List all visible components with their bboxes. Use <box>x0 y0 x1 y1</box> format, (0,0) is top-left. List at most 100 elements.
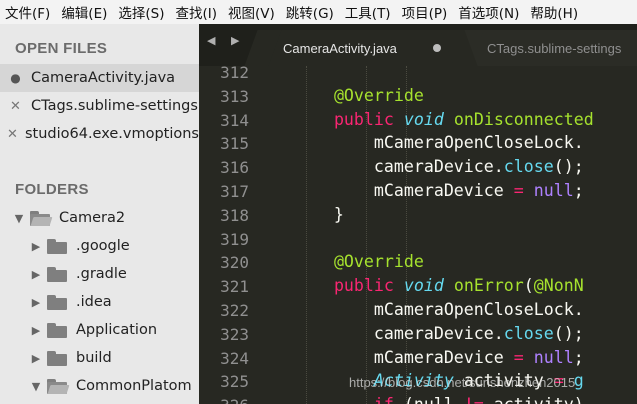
folder-item[interactable]: ▼ Camera2 <box>0 204 199 232</box>
code-token: public <box>333 276 394 296</box>
code-line[interactable]: @Override <box>254 252 424 271</box>
tab-bar: ◀ ▶ CTags.sublime-settings CameraActivit… <box>199 24 637 66</box>
code-token: onError <box>453 276 524 296</box>
folder-icon <box>47 322 69 338</box>
code-token: activity) <box>484 395 584 404</box>
code-token: @NonN <box>533 276 584 296</box>
menu-item[interactable]: 项目(P) <box>397 2 454 22</box>
open-file-name: CTags.sublime-settings <box>31 98 198 114</box>
unsaved-dot-icon[interactable]: ● <box>0 71 31 85</box>
code-token: != <box>464 395 484 404</box>
code-token: (); <box>553 323 584 343</box>
menu-item[interactable]: 工具(T) <box>340 2 397 22</box>
code-token: close <box>503 157 554 177</box>
code-line[interactable]: mCameraOpenCloseLock. <box>254 300 584 319</box>
code-line[interactable]: mCameraOpenCloseLock. <box>254 133 584 152</box>
folder-name: Application <box>76 322 158 338</box>
code-token: mCameraOpenCloseLock. <box>254 300 584 319</box>
code-line[interactable]: if (null != activity) <box>254 395 584 404</box>
open-files-title: OPEN FILES <box>15 40 108 57</box>
line-number: 315 <box>220 134 249 154</box>
folder-item[interactable]: ▶ .gradle <box>0 260 199 288</box>
code-line[interactable]: cameraDevice.close(); <box>254 157 584 176</box>
folder-name: .idea <box>76 294 112 310</box>
code-token: ; <box>573 181 584 200</box>
code-token: if <box>374 395 394 404</box>
code-editor[interactable]: 312 313 314 315 316 317 318 319 320 321 322 323 324 3… <box>199 66 637 404</box>
code-token: ( <box>523 276 534 296</box>
menu-item[interactable]: 文件(F) <box>0 2 56 22</box>
close-icon[interactable]: ✕ <box>0 127 25 142</box>
code-line[interactable]: } <box>254 205 344 224</box>
line-number: 316 <box>220 158 249 178</box>
open-file-name: studio64.exe.vmoptions <box>24 126 199 142</box>
menu-item[interactable]: 跳转(G) <box>281 2 340 22</box>
folder-item[interactable]: ▶ .idea <box>0 288 199 316</box>
open-file-name: CameraActivity.java <box>31 70 176 86</box>
code-token: null <box>533 347 574 367</box>
line-number: 314 <box>220 110 249 130</box>
tab-ctags-settings[interactable]: CTags.sublime-settings <box>467 30 637 66</box>
folder-item[interactable]: ▶ build <box>0 344 199 372</box>
folder-icon <box>47 266 69 282</box>
line-number: 323 <box>220 324 249 344</box>
code-line[interactable]: cameraDevice.close(); <box>254 324 584 343</box>
code-line[interactable]: @Override <box>254 86 424 105</box>
chevron-right-icon[interactable]: ▶ <box>31 352 41 365</box>
chevron-down-icon[interactable]: ▼ <box>31 380 41 393</box>
folder-name: .google <box>76 238 130 254</box>
folder-open-icon <box>47 378 70 394</box>
open-file-item[interactable]: ● CameraActivity.java <box>0 64 199 92</box>
code-line[interactable]: public void onDisconnected <box>254 110 594 129</box>
folder-item[interactable]: ▶ .google <box>0 232 199 260</box>
folder-icon <box>47 238 69 254</box>
tab-label: CTags.sublime-settings <box>487 40 622 56</box>
folder-open-icon <box>30 210 53 226</box>
chevron-down-icon[interactable]: ▼ <box>14 212 24 225</box>
menu-item[interactable]: 查找(I) <box>171 2 224 22</box>
line-number: 321 <box>220 277 249 297</box>
code-token: mCameraOpenCloseLock. <box>254 133 584 153</box>
folder-item[interactable]: ▼ CommonPlatom <box>0 372 199 400</box>
chevron-right-icon[interactable]: ▶ <box>31 268 41 281</box>
folder-name: .gradle <box>76 266 127 282</box>
unsaved-dot-icon[interactable] <box>433 44 441 52</box>
tab-nav-arrows-icon[interactable]: ◀ ▶ <box>207 34 245 47</box>
line-number: 324 <box>220 348 249 368</box>
open-file-item[interactable]: ✕ CTags.sublime-settings <box>0 92 199 120</box>
line-number: 317 <box>220 182 249 201</box>
watermark-url: https://blog.csdn.net/sunshenzhen2015 <box>349 375 576 390</box>
open-file-item[interactable]: ✕ studio64.exe.vmoptions <box>0 120 199 148</box>
menu-bar: 文件(F) 编辑(E) 选择(S) 查找(I) 视图(V) 跳转(G) 工具(T) 项目(P)… <box>0 0 637 24</box>
code-line[interactable]: mCameraDevice = null; <box>254 181 584 200</box>
menu-item[interactable]: 首选项(N) <box>453 2 525 22</box>
tab-camera-activity[interactable]: CameraActivity.java <box>263 30 459 66</box>
menu-item[interactable]: 编辑(E) <box>56 2 113 22</box>
line-number: 322 <box>220 301 249 320</box>
folder-item[interactable]: ▶ Application <box>0 316 199 344</box>
sidebar: OPEN FILES ● CameraActivity.java ✕ CTags.su… <box>0 24 199 404</box>
menu-item[interactable]: 选择(S) <box>113 2 170 22</box>
line-number: 318 <box>220 205 249 225</box>
code-line[interactable]: public void onError(@NonN <box>254 276 584 295</box>
code-line[interactable]: mCameraDevice = null; <box>254 348 584 367</box>
chevron-right-icon[interactable]: ▶ <box>31 240 41 253</box>
tab-label: CameraActivity.java <box>283 40 397 56</box>
menu-item[interactable]: 视图(V) <box>223 2 281 22</box>
code-token: (null <box>394 395 464 404</box>
chevron-right-icon[interactable]: ▶ <box>31 324 41 337</box>
folders-title: FOLDERS <box>15 181 89 198</box>
close-icon[interactable]: ✕ <box>0 99 31 114</box>
code-token: (); <box>553 157 584 177</box>
chevron-right-icon[interactable]: ▶ <box>31 296 41 309</box>
code-token: @Override <box>333 85 424 105</box>
menu-item[interactable]: 帮助(H) <box>525 2 584 22</box>
code-token: g <box>573 371 584 391</box>
